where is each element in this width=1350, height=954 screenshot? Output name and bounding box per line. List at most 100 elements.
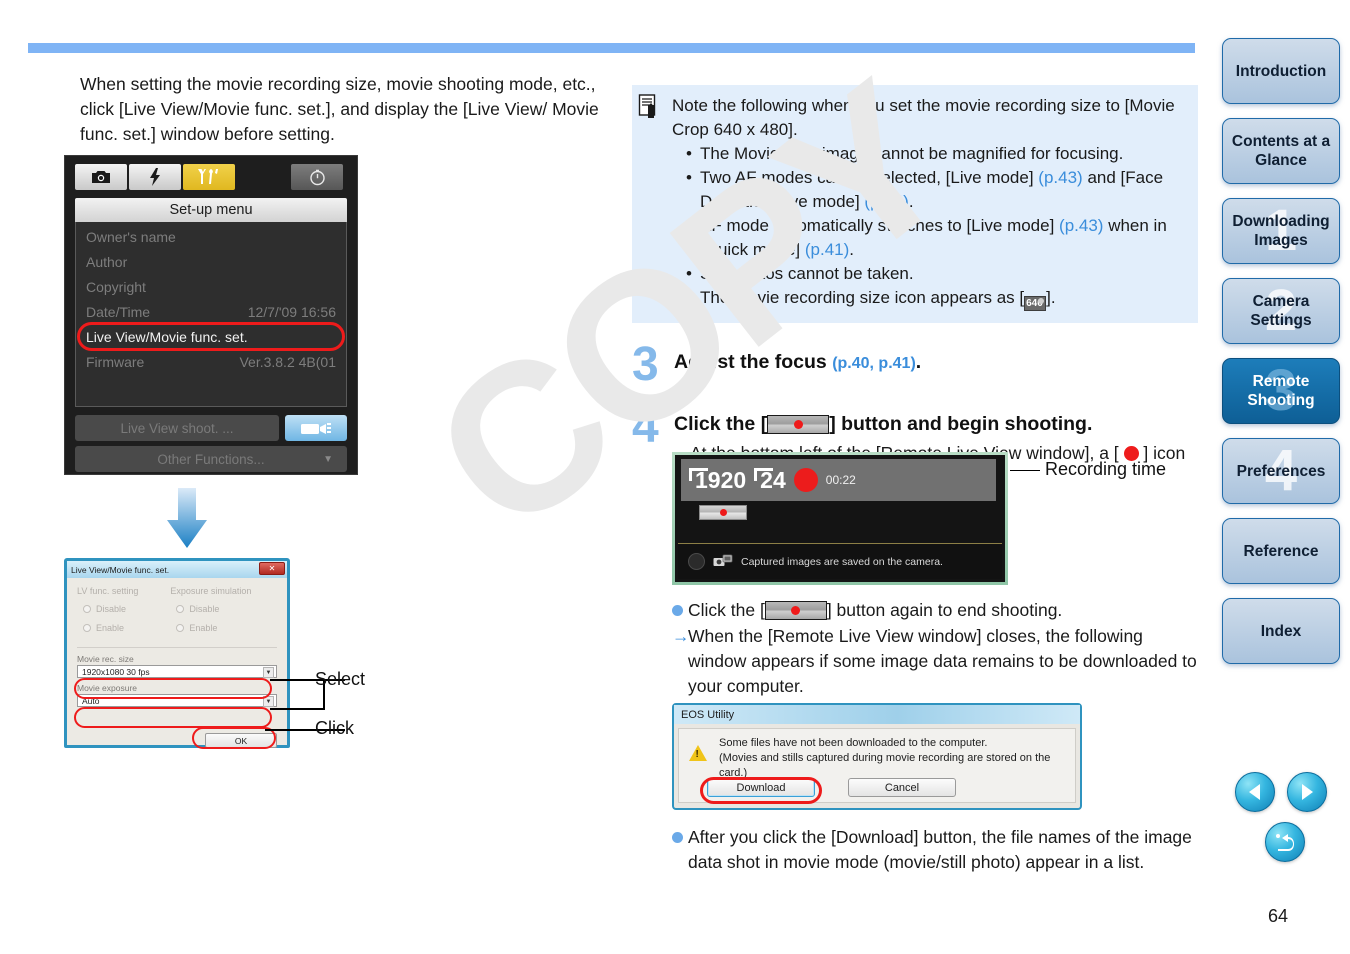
record-button-icon [767, 415, 830, 434]
menu-row-live-view-movie-func-set[interactable]: Live View/Movie func. set. [76, 322, 346, 351]
menu-row-owners-name[interactable]: Owner's name [76, 224, 346, 249]
sidebar-tab-camera-settings[interactable]: 2 Camera Settings [1222, 278, 1340, 344]
wrench-icon [198, 169, 218, 184]
menu-row-date-time[interactable]: Date/Time 12/7/'09 16:56 [76, 299, 346, 324]
note-bullet-text: The Movie crop image cannot be magnified… [700, 144, 1124, 163]
camera-save-icon [713, 554, 733, 566]
rlv-inner: 1920 24 00:22 Captured images are saved … [675, 455, 1005, 582]
movie-rec-size-select[interactable]: 1920x1080 30 fps ▼ [77, 665, 277, 678]
crop-dot-icon [1038, 298, 1045, 304]
radio-icon [83, 624, 91, 632]
return-button[interactable] [1265, 822, 1305, 862]
menu-row-copyright[interactable]: Copyright [76, 274, 346, 299]
note-bullet-item: Two AF modes can be selected, [Live mode… [684, 166, 1188, 214]
end-shooting-bullet: Click the [] button again to end shootin… [672, 598, 1198, 623]
movie-exposure-value: Auto [82, 695, 100, 706]
movie-mode-icon-button[interactable] [285, 415, 347, 441]
shutter-knob-icon[interactable] [688, 553, 705, 570]
recording-time-label: Recording time [1045, 459, 1167, 479]
previous-page-arrow-icon [1249, 784, 1260, 800]
note-bullet-item: The movie recording size icon appears as… [684, 286, 1188, 311]
note-bullet-item: AF mode automatically switches to [Live … [684, 214, 1188, 262]
exposure-enable-option[interactable]: Enable [170, 623, 251, 633]
sidebar-tab-reference[interactable]: Reference [1222, 518, 1340, 584]
dialog-titlebar: Live View/Movie func. set. ✕ [67, 561, 287, 578]
movie-crop-size-icon: 640 [1024, 296, 1047, 311]
note-bullet-item: Still photos cannot be taken. [684, 262, 1188, 286]
sidebar-tab-remote-shooting[interactable]: 3 Remote Shooting [1222, 358, 1340, 424]
chapter-sidebar: Introduction Contents at a Glance 1 Down… [1222, 38, 1340, 678]
camera-menu-title: Set-up menu [75, 198, 347, 222]
step-4-heading-before: Click the [ [674, 413, 768, 435]
exposure-simulation-group: Exposure simulation Disable Enable [170, 586, 251, 642]
sidebar-tab-label: Contents at a Glance [1231, 133, 1331, 169]
option-label: Enable [96, 623, 125, 633]
movie-rec-size-value: 1920x1080 30 fps [82, 666, 150, 677]
other-functions-button[interactable]: Other Functions... [75, 446, 347, 472]
option-label: Enable [189, 623, 218, 633]
camera-icon-tab [75, 164, 127, 190]
rlv-resolution: 1920 [689, 467, 746, 494]
step-3-heading-text: Adjust the focus [674, 351, 827, 373]
callout-click: Click [315, 718, 354, 738]
rlv-record-button[interactable] [699, 505, 747, 520]
chevron-down-icon[interactable]: ▼ [263, 696, 274, 707]
final-note: After you click the [Download] button, t… [672, 825, 1198, 875]
left-column: When setting the movie recording size, m… [80, 72, 610, 147]
dialog-title-text: Live View/Movie func. set. [71, 564, 170, 575]
note-intro: Note the following when you set the movi… [672, 96, 1175, 139]
movie-camera-icon [301, 423, 331, 434]
ok-button[interactable]: OK [205, 733, 277, 748]
eos-dialog-titlebar: EOS Utility [674, 705, 1080, 724]
rlv-status-bar: Captured images are saved on the camera. [678, 543, 1002, 579]
end-shooting-after: ] button again to end shooting. [826, 600, 1063, 620]
menu-row-label: Author [86, 253, 128, 270]
camera-icon [92, 171, 110, 183]
rlv-framerate: 24 [754, 467, 786, 494]
menu-row-firmware[interactable]: Firmware Ver.3.8.2 4B(01 [76, 349, 346, 374]
exposure-disable-option[interactable]: Disable [170, 604, 251, 614]
menu-row-author[interactable]: Author [76, 249, 346, 274]
download-result-text: After you click the [Download] button, t… [688, 827, 1192, 872]
chevron-down-icon: ▼ [323, 453, 333, 465]
page-ref-link[interactable]: (p.41) [805, 240, 849, 259]
sidebar-tab-index[interactable]: Index [1222, 598, 1340, 664]
lv-func-enable-option[interactable]: Enable [77, 623, 138, 633]
camera-tab-bar [75, 164, 347, 192]
header-rule [28, 43, 1195, 53]
next-page-button[interactable] [1287, 772, 1327, 812]
lv-func-setting-group: LV func. setting Disable Enable [77, 586, 138, 642]
sidebar-tab-preferences[interactable]: 4 Preferences [1222, 438, 1340, 504]
page-ref-link[interactable]: (p.44) [864, 192, 908, 211]
menu-row-label: Firmware [86, 353, 145, 370]
radio-icon [83, 605, 91, 613]
page-ref-link[interactable]: (p.43) [1038, 168, 1082, 187]
sidebar-tab-label: Reference [1243, 542, 1319, 560]
sidebar-tab-introduction[interactable]: Introduction [1222, 38, 1340, 104]
camera-bottom-buttons: Live View shoot. ... Other Functions... … [75, 415, 347, 472]
right-column: Note the following when you set the movi… [632, 85, 1198, 491]
step-number: 4 [632, 400, 659, 453]
lv-func-disable-option[interactable]: Disable [77, 604, 138, 614]
live-view-shoot-button[interactable]: Live View shoot. ... [75, 415, 279, 441]
chevron-down-icon[interactable]: ▼ [263, 667, 274, 678]
close-icon[interactable]: ✕ [259, 562, 285, 575]
sidebar-tab-contents-at-a-glance[interactable]: Contents at a Glance [1222, 118, 1340, 184]
step-3-page-refs[interactable]: (p.40, p.41) [832, 355, 916, 372]
sidebar-tab-label: Index [1260, 622, 1302, 640]
callout-select: Select [315, 669, 366, 689]
note-bullet-list: The Movie crop image cannot be magnified… [672, 142, 1188, 311]
sidebar-tab-downloading-images[interactable]: 1 Downloading Images [1222, 198, 1340, 264]
rlv-info-overlay: 1920 24 00:22 [681, 459, 996, 501]
page-number: 64 [1268, 906, 1289, 926]
movie-exposure-select[interactable]: Auto ▼ [77, 694, 277, 707]
step-3: 3 Adjust the focus (p.40, p.41). [632, 341, 1198, 389]
flash-icon-tab [129, 164, 181, 190]
previous-page-button[interactable] [1235, 772, 1275, 812]
note-bullet-text: Still photos cannot be taken. [700, 264, 914, 283]
cancel-button[interactable]: Cancel [848, 778, 956, 797]
eos-dialog-title: EOS Utility [681, 708, 735, 721]
page-ref-link[interactable]: (p.43) [1059, 216, 1103, 235]
radio-icon [176, 605, 185, 613]
sidebar-tab-label: Camera Settings [1250, 293, 1312, 329]
